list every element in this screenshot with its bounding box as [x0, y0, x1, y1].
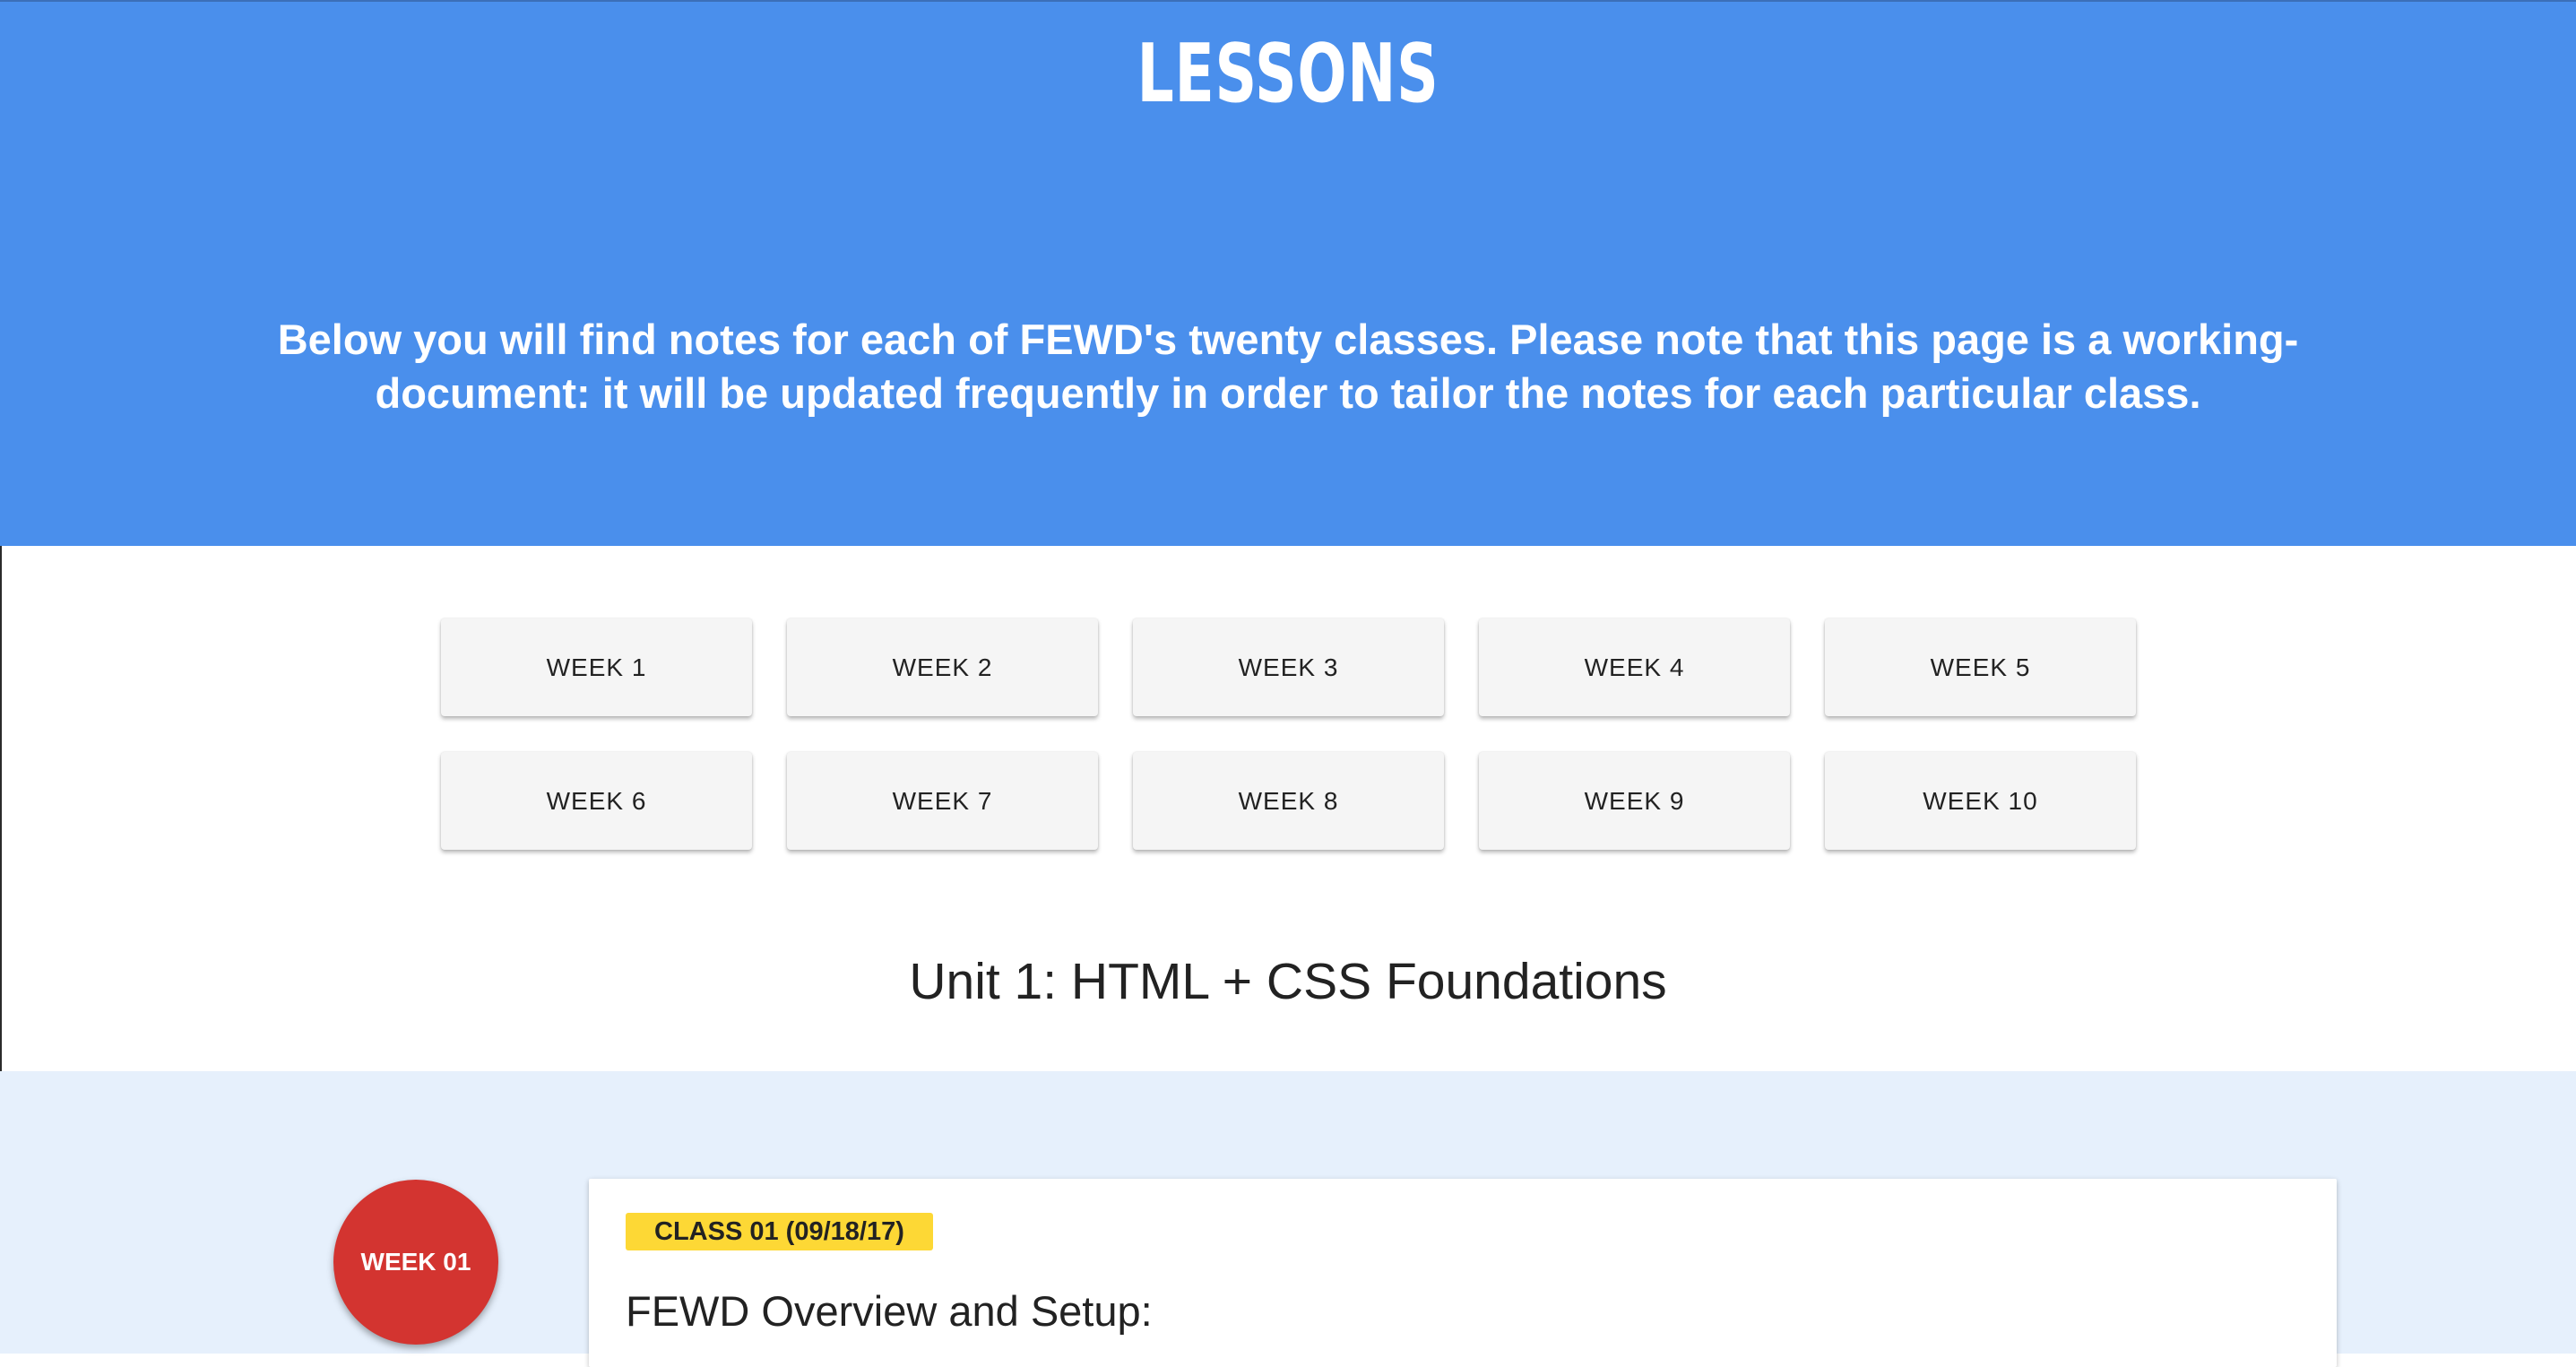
week-8-button[interactable]: WEEK 8 — [1133, 752, 1444, 850]
week-6-button[interactable]: WEEK 6 — [441, 752, 752, 850]
week-1-button[interactable]: WEEK 1 — [441, 619, 752, 716]
week-10-button[interactable]: WEEK 10 — [1825, 752, 2136, 850]
class-card: CLASS 01 (09/18/17) FEWD Overview and Se… — [589, 1179, 2337, 1367]
intro-text: Below you will find notes for each of FE… — [277, 316, 2299, 417]
unit-heading: Unit 1: HTML + CSS Foundations — [909, 953, 1667, 1010]
class-title: FEWD Overview and Setup: — [626, 1287, 1153, 1335]
week-5-button[interactable]: WEEK 5 — [1825, 619, 2136, 716]
week-7-button[interactable]: WEEK 7 — [787, 752, 1098, 850]
week-marker: WEEK 01 — [333, 1180, 498, 1345]
class-badge: CLASS 01 (09/18/17) — [626, 1213, 933, 1250]
timeline-section: WEEK 01 CLASS 01 (09/18/17) FEWD Overvie… — [0, 1071, 2576, 1367]
week-9-button[interactable]: WEEK 9 — [1479, 752, 1790, 850]
week-4-button[interactable]: WEEK 4 — [1479, 619, 1790, 716]
week-2-button[interactable]: WEEK 2 — [787, 619, 1098, 716]
week-3-button[interactable]: WEEK 3 — [1133, 619, 1444, 716]
page-title: LESSONS — [1137, 27, 1439, 121]
week-navigation: WEEK 1 WEEK 2 WEEK 3 WEEK 4 WEEK 5 WEEK … — [441, 619, 2139, 850]
lessons-header: LESSONS Below you will find notes for ea… — [0, 0, 2576, 546]
